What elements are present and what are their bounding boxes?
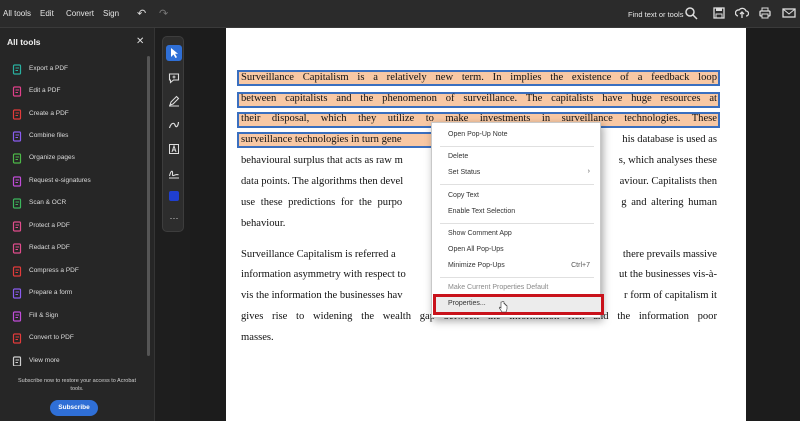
menu-divider bbox=[440, 223, 594, 224]
all-tools-panel: All tools ✕ Export a PDF Edit a PDF Create… bbox=[0, 28, 155, 421]
tool-label: Compress a PDF bbox=[29, 267, 79, 274]
text-line: masses. bbox=[241, 332, 274, 343]
menu-item-minimize-popups[interactable]: Minimize Pop-Ups bbox=[448, 262, 505, 269]
redact-pdf-icon bbox=[12, 243, 23, 254]
top-bar: All tools Edit Convert Sign ↶ ↷ Find tex… bbox=[0, 0, 800, 28]
organize-pages-icon bbox=[12, 153, 23, 164]
menu-convert[interactable]: Convert bbox=[66, 9, 94, 18]
tool-label: Prepare a form bbox=[29, 289, 73, 296]
text-line: Surveillance Capitalism is a relatively … bbox=[241, 72, 717, 83]
combine-files-icon bbox=[12, 131, 23, 142]
tool-item[interactable]: Protect a PDF bbox=[12, 220, 144, 234]
tool-item[interactable]: Create a PDF bbox=[12, 108, 144, 122]
text-line: aviour. Capitalists then bbox=[619, 176, 717, 187]
tool-item[interactable]: Export a PDF bbox=[12, 63, 144, 77]
menu-divider bbox=[440, 277, 594, 278]
tool-label: Edit a PDF bbox=[29, 87, 61, 94]
tool-label: Fill & Sign bbox=[29, 312, 59, 319]
save-icon[interactable] bbox=[712, 6, 726, 20]
find-text-button[interactable]: Find text or tools bbox=[628, 10, 683, 19]
menu-item-open-all-popups[interactable]: Open All Pop-Ups bbox=[448, 246, 504, 253]
compress-pdf-icon bbox=[12, 266, 23, 277]
tool-item[interactable]: Redact a PDF bbox=[12, 242, 144, 256]
annotation-toolbar: ⋯ bbox=[162, 36, 184, 232]
scan-ocr-icon bbox=[12, 198, 23, 209]
select-tool-icon[interactable] bbox=[166, 45, 182, 61]
tool-label: Request e-signatures bbox=[29, 177, 91, 184]
protect-pdf-icon bbox=[12, 221, 23, 232]
menu-item-open-popup-note[interactable]: Open Pop-Up Note bbox=[448, 131, 508, 138]
tool-item[interactable]: Convert to PDF bbox=[12, 332, 144, 346]
text-line: g and altering human bbox=[621, 197, 717, 208]
menu-item-copy-text[interactable]: Copy Text bbox=[448, 192, 479, 199]
add-text-icon[interactable] bbox=[166, 141, 182, 157]
menu-edit[interactable]: Edit bbox=[40, 9, 54, 18]
tool-label: Scan & OCR bbox=[29, 199, 67, 206]
upload-cloud-icon[interactable] bbox=[734, 6, 750, 20]
text-line: r form of capitalism it bbox=[624, 290, 717, 301]
search-icon[interactable] bbox=[684, 6, 698, 20]
undo-icon[interactable]: ↶ bbox=[137, 7, 146, 20]
tool-item[interactable]: Organize pages bbox=[12, 152, 144, 166]
tool-label: Protect a PDF bbox=[29, 222, 70, 229]
print-icon[interactable] bbox=[758, 6, 772, 20]
tool-item[interactable]: Edit a PDF bbox=[12, 85, 144, 99]
submenu-arrow-icon: › bbox=[587, 168, 590, 175]
tool-label: Convert to PDF bbox=[29, 334, 74, 341]
subscribe-footer: Subscribe now to restore your access to … bbox=[0, 366, 154, 421]
draw-freehand-icon[interactable] bbox=[166, 117, 182, 133]
tool-item[interactable]: Request e-signatures bbox=[12, 175, 144, 189]
color-swatch[interactable] bbox=[169, 191, 179, 201]
tool-label: View more bbox=[29, 357, 60, 364]
export-pdf-icon bbox=[12, 64, 23, 75]
add-comment-icon[interactable] bbox=[166, 70, 182, 86]
redo-icon[interactable]: ↷ bbox=[159, 7, 168, 20]
tool-item[interactable]: Scan & OCR bbox=[12, 197, 144, 211]
minimize-popups-shortcut: Ctrl+7 bbox=[571, 262, 590, 269]
tool-label: Create a PDF bbox=[29, 110, 69, 117]
menu-item-make-current-properties-default[interactable]: Make Current Properties Default bbox=[448, 284, 548, 291]
panel-title: All tools bbox=[7, 37, 41, 47]
convert-to-pdf-icon bbox=[12, 333, 23, 344]
tool-label: Combine files bbox=[29, 132, 69, 139]
panel-scrollbar[interactable] bbox=[147, 56, 150, 356]
tool-item[interactable]: Fill & Sign bbox=[12, 310, 144, 324]
tool-item[interactable]: Prepare a form bbox=[12, 287, 144, 301]
email-icon[interactable] bbox=[782, 6, 796, 20]
create-pdf-icon bbox=[12, 109, 23, 120]
text-line: s, which analyses these bbox=[618, 155, 717, 166]
menu-item-delete[interactable]: Delete bbox=[448, 153, 468, 160]
prepare-form-icon bbox=[12, 288, 23, 299]
tool-item[interactable]: Compress a PDF bbox=[12, 265, 144, 279]
menu-item-set-status[interactable]: Set Status bbox=[448, 169, 480, 176]
close-icon[interactable]: ✕ bbox=[136, 36, 144, 47]
context-menu: Open Pop-Up Note Delete Set Status › Cop… bbox=[431, 122, 604, 318]
menu-item-show-comment-app[interactable]: Show Comment App bbox=[448, 230, 512, 237]
menu-divider bbox=[440, 146, 594, 147]
menu-item-enable-text-selection[interactable]: Enable Text Selection bbox=[448, 208, 515, 215]
subscribe-note: Subscribe now to restore your access to … bbox=[17, 378, 136, 392]
tool-label: Organize pages bbox=[29, 154, 75, 161]
edit-pdf-icon bbox=[12, 86, 23, 97]
highlight-pen-icon[interactable] bbox=[166, 93, 182, 109]
menu-divider bbox=[440, 184, 594, 185]
text-line: his database is used as bbox=[622, 134, 717, 145]
menu-sign[interactable]: Sign bbox=[103, 9, 119, 18]
tool-label: Export a PDF bbox=[29, 65, 69, 72]
hand-cursor-icon bbox=[498, 301, 508, 313]
menu-all-tools[interactable]: All tools bbox=[3, 9, 31, 18]
tool-item[interactable]: Combine files bbox=[12, 130, 144, 144]
text-line: there prevails massive bbox=[622, 249, 717, 260]
more-tools-icon[interactable]: ⋯ bbox=[163, 213, 185, 224]
text-line: ut the businesses vis-à- bbox=[619, 269, 717, 280]
subscribe-button[interactable]: Subscribe bbox=[50, 400, 98, 416]
fill-sign-icon bbox=[12, 311, 23, 322]
text-line: between capitalists and the phenomenon o… bbox=[241, 93, 717, 104]
menu-item-properties[interactable]: Properties... bbox=[448, 300, 486, 307]
tool-label: Redact a PDF bbox=[29, 244, 70, 251]
request-esign-icon bbox=[12, 176, 23, 187]
sign-icon[interactable] bbox=[166, 165, 182, 181]
